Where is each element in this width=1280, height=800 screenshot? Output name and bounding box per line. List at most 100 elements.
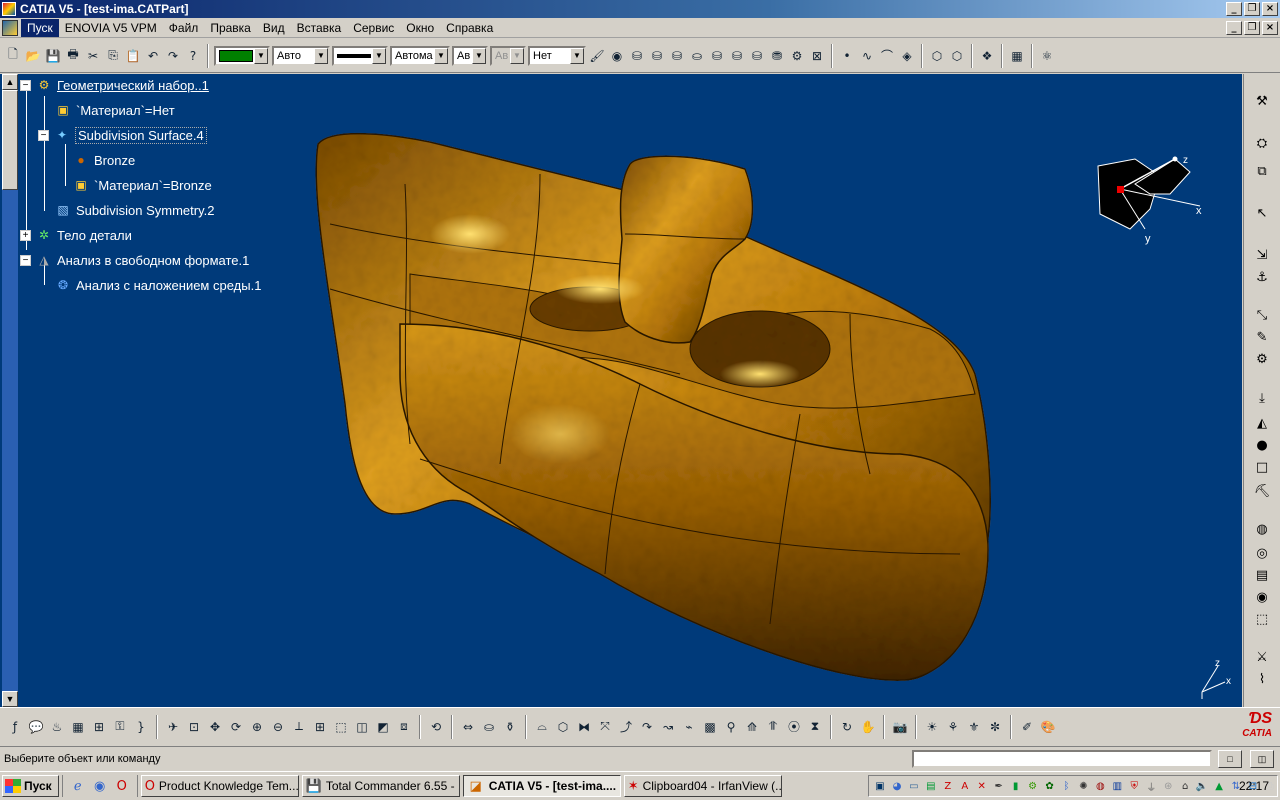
desktop-icon[interactable]: ◉	[91, 777, 109, 795]
painter-icon[interactable]: 🖌	[588, 47, 606, 65]
hand-icon[interactable]: ✋	[859, 718, 877, 736]
net-surface-icon[interactable]: ⧓	[575, 718, 593, 736]
pen-tray-icon[interactable]: ✒	[992, 779, 1006, 793]
za-icon[interactable]: Z	[941, 779, 955, 793]
customize-view-icon[interactable]: ⚙	[788, 47, 806, 65]
tree-node-freestyle-analysis[interactable]: − ◮ Анализ в свободном формате.1	[20, 249, 249, 271]
table-icon[interactable]: ▦	[1008, 47, 1026, 65]
menu-help[interactable]: Справка	[440, 19, 499, 37]
environment-icon[interactable]: ⚘	[944, 718, 962, 736]
inertia-icon[interactable]: ⛀	[480, 718, 498, 736]
antivirus-icon[interactable]: A	[958, 779, 972, 793]
cube-icon[interactable]: ⧉	[1253, 162, 1271, 180]
eraser-icon[interactable]: ◈	[898, 47, 916, 65]
gear-icon[interactable]: ⚙	[1253, 350, 1271, 368]
analysis-icon[interactable]: ⬡	[928, 47, 946, 65]
move-icon[interactable]: ⤡	[1253, 306, 1271, 324]
connect-icon[interactable]: ⚲	[722, 718, 740, 736]
shading-icon[interactable]: ⛁	[628, 47, 646, 65]
translate-icon[interactable]: ⇲	[1253, 246, 1271, 264]
console-icon[interactable]: ▮	[1009, 779, 1023, 793]
gear-tray-icon[interactable]: ⚙	[1026, 779, 1040, 793]
display-icon[interactable]: ▥	[1110, 779, 1124, 793]
fly-mode-icon[interactable]: ✈	[164, 718, 182, 736]
disk-tray-icon[interactable]: ◍	[1093, 779, 1107, 793]
sketch-tool-icon[interactable]: ✐	[1018, 718, 1036, 736]
bluetooth-icon[interactable]: ᛒ	[1059, 779, 1073, 793]
document-icon[interactable]	[2, 19, 18, 36]
clock[interactable]: 22:17	[1239, 779, 1269, 793]
tool-icon[interactable]: ⛏	[1253, 482, 1271, 500]
whats-this-icon[interactable]: ?	[184, 47, 202, 65]
select-icon[interactable]: ↖	[1253, 204, 1271, 222]
hide-show-icon[interactable]: ⊠	[808, 47, 826, 65]
menu-edit[interactable]: Правка	[204, 19, 257, 37]
mouse-icon[interactable]: ⌂	[1178, 779, 1192, 793]
tree-node-material-bronze[interactable]: ▣ `Материал`=Bronze	[72, 174, 211, 196]
tree-node-part-body[interactable]: + ✲ Тело детали	[20, 224, 132, 246]
anchor-icon[interactable]: ⚓	[1253, 268, 1271, 286]
surface-analysis-icon[interactable]: ⟰	[743, 718, 761, 736]
tree-icon[interactable]: ⊞	[90, 718, 108, 736]
sketch-icon[interactable]: ⚒	[1253, 92, 1271, 110]
swap-space-icon[interactable]: ⧈	[395, 718, 413, 736]
cut-icon[interactable]: ✂	[84, 47, 102, 65]
shield-icon[interactable]: ⛨	[1127, 779, 1141, 793]
close-button[interactable]: ×	[1262, 2, 1278, 16]
flower-icon[interactable]: ✿	[1043, 779, 1057, 793]
curve-icon[interactable]: ∿	[858, 47, 876, 65]
curvature-icon[interactable]: ⥣	[764, 718, 782, 736]
square-icon[interactable]: □	[1253, 458, 1271, 476]
normal-view-icon[interactable]: ⟂	[290, 718, 308, 736]
draft-icon[interactable]: ⦿	[785, 718, 803, 736]
menu-enovia[interactable]: ENOVIA V5 VPM	[59, 19, 163, 37]
shading-edges-icon[interactable]: ⛁	[648, 47, 666, 65]
web-icon[interactable]: ⊛	[1161, 779, 1175, 793]
disk-icon[interactable]: ◎	[1253, 544, 1271, 562]
task-irfanview[interactable]: ✶ Clipboard04 - IrfanView (...	[623, 775, 782, 797]
bug-icon[interactable]: ✺	[1076, 779, 1090, 793]
undo-icon[interactable]: ↶	[144, 47, 162, 65]
apply-material-icon[interactable]: ◉	[608, 47, 626, 65]
analysis-2-icon[interactable]: ⬡	[948, 47, 966, 65]
task-product-knowledge[interactable]: O Product Knowledge Tem...	[140, 775, 299, 797]
stack-icon[interactable]: ⬚	[1253, 610, 1271, 628]
zoom-in-icon[interactable]: ⊕	[248, 718, 266, 736]
cancel-command-button[interactable]: ◫	[1250, 750, 1274, 768]
iso-view-icon[interactable]: ⬚	[332, 718, 350, 736]
tree-node-environment-mapping[interactable]: ❂ Анализ с наложением среды.1	[54, 274, 261, 296]
color-combo[interactable]: ▼	[214, 45, 270, 66]
collapse-icon[interactable]: −	[20, 79, 31, 91]
usb-icon[interactable]: ⏚	[1144, 779, 1158, 794]
save-icon[interactable]: 💾	[44, 47, 62, 65]
pen-icon[interactable]: ✎	[1253, 328, 1271, 346]
freestyle-surface-icon[interactable]: ⬡	[554, 718, 572, 736]
collapse-icon[interactable]: −	[20, 254, 31, 266]
rotate-icon[interactable]: ⟳	[227, 718, 245, 736]
new-file-icon[interactable]: 🗋	[4, 47, 22, 65]
nvidia-icon[interactable]: ▲	[1212, 779, 1226, 793]
light-icon[interactable]: ♨	[48, 718, 66, 736]
3d-viewport[interactable]: ▲ ▼ − ⚙ Геометрический набор..1 ▣ `Матер…	[0, 74, 1242, 707]
volume-icon[interactable]: 🔈	[1195, 779, 1209, 793]
doc-close-button[interactable]: ×	[1262, 21, 1278, 35]
task-total-commander[interactable]: 💾 Total Commander 6.55 - ...	[301, 775, 460, 797]
paint-icon[interactable]: 🎨	[1039, 718, 1057, 736]
ball-icon[interactable]: ◉	[1253, 588, 1271, 606]
task-catia[interactable]: ◪ CATIA V5 - [test-ima....	[462, 775, 621, 797]
menu-file[interactable]: Файл	[163, 19, 205, 37]
tree-node-subdivision-surface[interactable]: − ✦ Subdivision Surface.4	[38, 124, 207, 146]
measure-icon[interactable]: ⇔	[459, 718, 477, 736]
copy-icon[interactable]: ⎘	[104, 47, 122, 65]
texture-icon[interactable]: ⚜	[965, 718, 983, 736]
bottle-icon[interactable]: ⚱	[501, 718, 519, 736]
light-source-icon[interactable]: ☀	[923, 718, 941, 736]
menu-tools[interactable]: Сервис	[347, 19, 400, 37]
tree-node-geometric-set[interactable]: − ⚙ Геометрический набор..1	[20, 74, 209, 96]
camera-icon[interactable]: 📷	[891, 718, 909, 736]
tree-node-subdivision-symmetry[interactable]: ▧ Subdivision Symmetry.2	[54, 199, 214, 221]
formula-icon[interactable]: ƒ	[6, 718, 24, 736]
expand-icon[interactable]: +	[20, 229, 31, 241]
network-icon[interactable]: ▣	[873, 779, 887, 793]
comment-icon[interactable]: 💬	[27, 718, 45, 736]
